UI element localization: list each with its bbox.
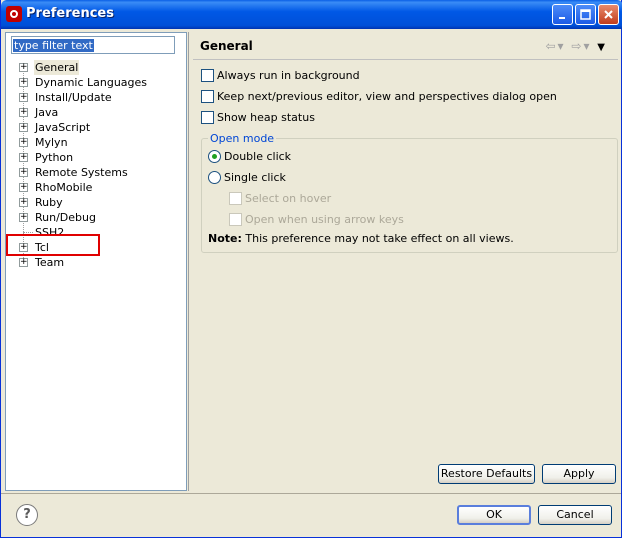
footer-separator: [1, 493, 621, 494]
tree-item-install-update[interactable]: + Install/Update: [6, 90, 186, 105]
expand-icon[interactable]: +: [19, 93, 28, 102]
tree-item-rhomobile[interactable]: + RhoMobile: [6, 180, 186, 195]
tree-item-label: Ruby: [35, 196, 63, 209]
checkbox-label: Open when using arrow keys: [245, 213, 404, 226]
tree-item-javascript[interactable]: + JavaScript: [6, 120, 186, 135]
checkbox-box[interactable]: [201, 111, 214, 124]
minimize-icon[interactable]: [552, 4, 573, 25]
checkbox-label: Keep next/previous editor, view and pers…: [217, 90, 557, 103]
tree-item-label: Java: [35, 106, 59, 119]
title-separator: [193, 59, 618, 60]
tree-item-label: Run/Debug: [35, 211, 96, 224]
app-icon: [6, 6, 22, 22]
expand-icon[interactable]: +: [19, 123, 28, 132]
close-icon[interactable]: [598, 4, 619, 25]
tree-leaf-connector: [23, 232, 33, 233]
tree-item-general[interactable]: + General: [6, 60, 186, 75]
ok-button[interactable]: OK: [457, 505, 531, 525]
expand-icon[interactable]: +: [19, 183, 28, 192]
expand-icon[interactable]: +: [19, 153, 28, 162]
cancel-button[interactable]: Cancel: [538, 505, 612, 525]
tree-item-label: Remote Systems: [35, 166, 128, 179]
tree-item-remote-systems[interactable]: + Remote Systems: [6, 165, 186, 180]
preference-page: General ⇦▾ ⇨▾ ▼ Always run in background…: [188, 32, 618, 491]
highlight-annotation-box: [6, 234, 100, 256]
checkbox-box: [229, 192, 242, 205]
tree-item-label: JavaScript: [35, 121, 91, 134]
title-bar[interactable]: Preferences: [1, 0, 622, 29]
open-mode-group: Open mode Double click Single click Sele…: [201, 132, 618, 253]
apply-button[interactable]: Apply: [542, 464, 616, 484]
double-click-radio[interactable]: [208, 150, 221, 163]
tree-item-ruby[interactable]: + Ruby: [6, 195, 186, 210]
preferences-tree: + General + Dynamic Languages + Install/…: [6, 60, 186, 270]
tree-item-dynamic-languages[interactable]: + Dynamic Languages: [6, 75, 186, 90]
checkbox-box[interactable]: [201, 90, 214, 103]
single-click-label: Single click: [224, 171, 286, 184]
tree-item-team[interactable]: + Team: [6, 255, 186, 270]
expand-icon[interactable]: +: [19, 78, 28, 87]
maximize-icon[interactable]: [575, 4, 596, 25]
tree-item-label: Dynamic Languages: [35, 76, 148, 89]
tree-item-label: Python: [35, 151, 74, 164]
group-title: Open mode: [208, 132, 277, 145]
tree-item-label: Install/Update: [35, 91, 112, 104]
tree-item-label: RhoMobile: [35, 181, 93, 194]
page-navigation: ⇦▾ ⇨▾ ▼: [545, 39, 607, 53]
page-title: General: [200, 39, 253, 53]
tree-item-java[interactable]: + Java: [6, 105, 186, 120]
view-menu-icon[interactable]: ▼: [597, 42, 607, 53]
checkbox-box: [229, 213, 242, 226]
expand-icon[interactable]: +: [19, 213, 28, 222]
single-click-radio[interactable]: [208, 171, 221, 184]
checkbox-box[interactable]: [201, 69, 214, 82]
double-click-label: Double click: [224, 150, 292, 163]
note-text: This preference may not take effect on a…: [241, 232, 514, 245]
tree-item-label: General: [34, 60, 80, 75]
checkbox-label: Show heap status: [217, 111, 315, 124]
tree-item-label: Team: [35, 256, 65, 269]
expand-icon[interactable]: +: [19, 258, 28, 267]
checkbox-label: Select on hover: [245, 192, 332, 205]
restore-defaults-button[interactable]: Restore Defaults: [438, 464, 535, 484]
filter-input[interactable]: type filter text: [11, 36, 175, 54]
expand-icon[interactable]: +: [19, 198, 28, 207]
checkbox-label: Always run in background: [217, 69, 360, 82]
back-arrow-icon[interactable]: ⇦▾: [545, 39, 565, 53]
tree-item-run-debug[interactable]: + Run/Debug: [6, 210, 186, 225]
tree-item-label: Mylyn: [35, 136, 68, 149]
expand-icon[interactable]: +: [19, 108, 28, 117]
note-label: Note:: [208, 232, 242, 245]
window-title: Preferences: [26, 6, 114, 21]
forward-arrow-icon[interactable]: ⇨▾: [571, 39, 591, 53]
tree-item-python[interactable]: + Python: [6, 150, 186, 165]
open-mode-note: Note: This preference may not take effec…: [208, 232, 514, 245]
tree-item-mylyn[interactable]: + Mylyn: [6, 135, 186, 150]
filter-input-text: type filter text: [13, 39, 94, 52]
help-icon[interactable]: ?: [16, 504, 38, 526]
preferences-tree-pane: type filter text + General + Dynamic Lan…: [5, 32, 187, 491]
expand-icon[interactable]: +: [19, 138, 28, 147]
expand-icon[interactable]: +: [19, 63, 28, 72]
preferences-window: Preferences type filter text + General +…: [0, 0, 622, 538]
expand-icon[interactable]: +: [19, 168, 28, 177]
